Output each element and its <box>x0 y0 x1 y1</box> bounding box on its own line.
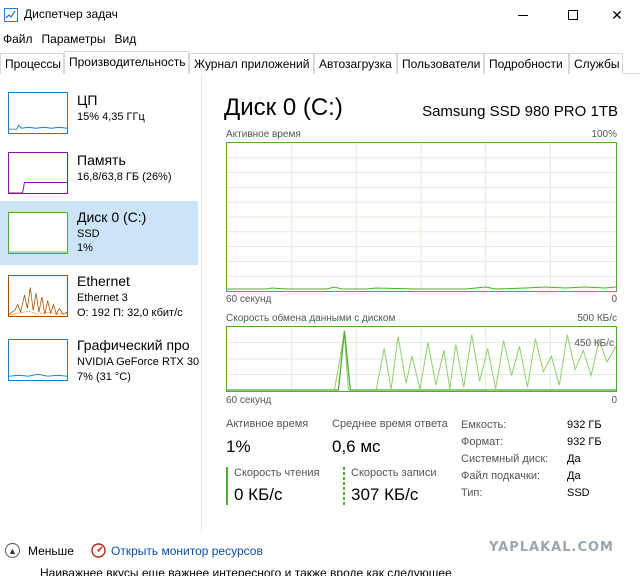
menu-view[interactable]: Вид <box>111 30 142 50</box>
property-key: Формат: <box>461 436 504 448</box>
property-value: 932 ГБ <box>567 436 602 448</box>
active-time-label: Активное время <box>226 418 309 430</box>
menu-bar: Файл Параметры Вид <box>0 30 640 50</box>
resource-detail: NVIDIA GeForce RTX 306 <box>77 356 199 368</box>
property-value: 932 ГБ <box>567 419 602 431</box>
tab-bar: Процессы Производительность Журнал прило… <box>0 51 640 75</box>
tab-app-history[interactable]: Журнал приложений <box>189 53 314 74</box>
resource-detail: 15% 4,35 ГГц <box>77 111 145 123</box>
tab-users[interactable]: Пользователи <box>397 53 484 74</box>
resource-cpu[interactable]: ЦП 15% 4,35 ГГц <box>0 86 198 150</box>
resource-detail: SSD <box>77 228 100 240</box>
resource-detail: О: 192 П: 32,0 кбит/с <box>77 307 183 319</box>
write-speed-label: Скорость записи <box>351 467 437 479</box>
chevron-up-icon: ▲ <box>8 545 17 556</box>
window-title: Диспетчер задач <box>24 7 118 21</box>
resource-list: ЦП 15% 4,35 ГГц Память 16,8/63,8 ГБ (26%… <box>0 74 202 532</box>
transfer-rate-graph <box>226 326 617 392</box>
active-time-graph <box>226 142 617 292</box>
menu-file[interactable]: Файл <box>0 30 39 50</box>
property-key: Файл подкачки: <box>461 470 541 482</box>
page-title: Диск 0 (C:) <box>224 94 343 121</box>
tab-processes[interactable]: Процессы <box>0 53 64 74</box>
minimize-button[interactable] <box>500 0 546 30</box>
write-speed-bar <box>343 467 345 505</box>
resource-detail: 7% (31 °C) <box>77 371 131 383</box>
graph-x-right: 0 <box>611 294 617 305</box>
response-time-label: Среднее время ответа <box>332 418 448 430</box>
disk-thumbnail <box>8 212 68 254</box>
maximize-icon <box>568 10 578 20</box>
resource-gpu[interactable]: Графический про NVIDIA GeForce RTX 306 7… <box>0 334 199 398</box>
resource-name: Графический про <box>77 337 190 353</box>
fewer-details-label[interactable]: Меньше <box>28 544 74 558</box>
active-time-value: 1% <box>226 437 251 456</box>
property-key: Тип: <box>461 487 483 499</box>
graph-x-left: 60 секунд <box>226 395 272 406</box>
write-speed-value: 307 КБ/с <box>351 485 419 504</box>
response-time-value: 0,6 мс <box>332 437 381 456</box>
resource-name: Память <box>77 152 126 168</box>
read-speed-value: 0 КБ/с <box>234 485 283 504</box>
close-icon: ✕ <box>611 6 623 23</box>
resource-name: Диск 0 (C:) <box>77 209 147 225</box>
tab-services[interactable]: Службы <box>569 53 623 74</box>
disk-model: Samsung SSD 980 PRO 1TB <box>422 103 618 120</box>
cpu-thumbnail <box>8 92 68 134</box>
maximize-button[interactable] <box>550 0 596 30</box>
open-resource-monitor-link[interactable]: Открыть монитор ресурсов <box>111 544 263 558</box>
graph-max-label: 500 КБ/с <box>577 313 617 324</box>
graph-label: Скорость обмена данными с диском <box>226 313 396 324</box>
read-speed-label: Скорость чтения <box>234 467 320 479</box>
resource-monitor-icon <box>91 543 106 558</box>
close-button[interactable]: ✕ <box>594 0 640 30</box>
title-bar: Диспетчер задач ✕ <box>0 0 640 30</box>
tab-startup[interactable]: Автозагрузка <box>314 53 397 74</box>
minimize-icon <box>518 14 528 16</box>
graph-label: Активное время <box>226 129 301 140</box>
memory-thumbnail <box>8 152 68 194</box>
resource-name: Ethernet <box>77 273 130 289</box>
cutoff-text: Наиважнее вкусы еще важнее интересного и… <box>40 566 452 576</box>
tab-performance[interactable]: Производительность <box>64 51 189 75</box>
graph-mid-label: 450 КБ/с <box>574 338 614 349</box>
disk-detail-panel: Диск 0 (C:) Samsung SSD 980 PRO 1TB Акти… <box>203 74 640 532</box>
tab-details[interactable]: Подробности <box>484 53 569 74</box>
property-key: Емкость: <box>461 419 507 431</box>
resource-detail: 1% <box>77 242 93 254</box>
resource-detail: Ethernet 3 <box>77 292 128 304</box>
property-value: SSD <box>567 487 590 499</box>
read-speed-bar <box>226 467 228 505</box>
graph-max-label: 100% <box>591 129 617 140</box>
property-value: Да <box>567 470 581 482</box>
property-value: Да <box>567 453 581 465</box>
resource-detail: 16,8/63,8 ГБ (26%) <box>77 171 172 183</box>
graph-x-left: 60 секунд <box>226 294 272 305</box>
watermark: YAPLAKAL.COM <box>489 540 614 555</box>
resource-disk[interactable]: Диск 0 (C:) SSD 1% <box>0 201 198 265</box>
resource-ethernet[interactable]: Ethernet Ethernet 3 О: 192 П: 32,0 кбит/… <box>0 270 198 334</box>
menu-options[interactable]: Параметры <box>39 30 112 50</box>
ethernet-thumbnail <box>8 275 68 317</box>
task-manager-icon <box>4 8 18 22</box>
gpu-thumbnail <box>8 339 68 381</box>
property-key: Системный диск: <box>461 453 549 465</box>
fewer-details-button[interactable]: ▲ <box>5 543 20 558</box>
graph-x-right: 0 <box>611 395 617 406</box>
bottom-bar: ▲ Меньше Открыть монитор ресурсов YAPLAK… <box>0 538 640 564</box>
resource-name: ЦП <box>77 92 98 108</box>
